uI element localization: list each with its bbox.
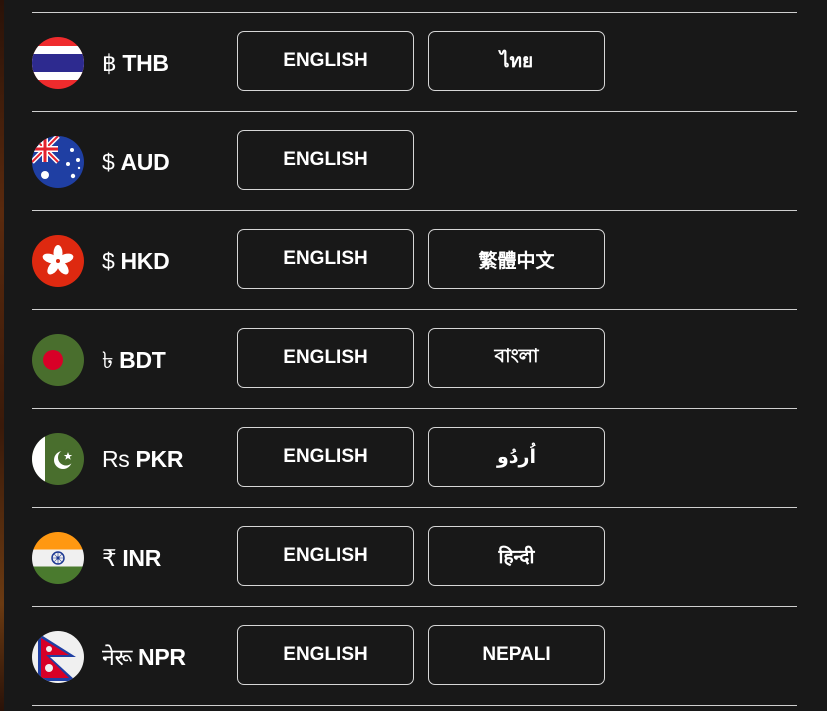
- bangladesh-flag-icon: [32, 334, 84, 386]
- currency-code: HKD: [120, 248, 170, 274]
- language-button-english[interactable]: ENGLISH: [237, 229, 414, 289]
- india-flag-icon: [32, 532, 84, 584]
- currency-row-npr: नेरू NPR ENGLISH NEPALI: [32, 607, 797, 706]
- currency-symbol: $: [102, 248, 115, 274]
- currency-label-aud: $ AUD: [102, 149, 170, 175]
- currency-symbol: Rs: [102, 446, 130, 472]
- hong-kong-flag-icon: [32, 235, 84, 287]
- currency-code: NPR: [138, 644, 186, 670]
- currency-row-inr: ₹ INR ENGLISH हिन्दी: [32, 508, 797, 607]
- currency-symbol: $: [102, 149, 115, 175]
- language-button-traditional-chinese[interactable]: 繁體中文: [428, 229, 605, 289]
- thailand-flag-icon: [32, 37, 84, 89]
- currency-code: AUD: [120, 149, 170, 175]
- language-button-english[interactable]: ENGLISH: [237, 526, 414, 586]
- currency-label-inr: ₹ INR: [102, 545, 161, 571]
- currency-row-bdt: ৳ BDT ENGLISH বাংলা: [32, 310, 797, 409]
- currency-label-bdt: ৳ BDT: [102, 347, 166, 373]
- language-button-nepali[interactable]: NEPALI: [428, 625, 605, 685]
- language-button-urdu[interactable]: اُردُو: [428, 427, 605, 487]
- currency-symbol: ฿: [102, 50, 117, 76]
- language-button-bangla[interactable]: বাংলা: [428, 328, 605, 388]
- nepal-flag-icon: [32, 631, 84, 683]
- currency-label-thb: ฿ THB: [102, 50, 169, 76]
- currency-label-pkr: Rs PKR: [102, 446, 183, 472]
- currency-row-pkr: Rs PKR ENGLISH اُردُو: [32, 409, 797, 508]
- currency-row-aud: $ AUD ENGLISH: [32, 112, 797, 211]
- language-button-english[interactable]: ENGLISH: [237, 31, 414, 91]
- currency-label-npr: नेरू NPR: [102, 644, 186, 670]
- currency-row-hkd: $ HKD ENGLISH 繁體中文: [32, 211, 797, 310]
- australia-flag-icon: [32, 136, 84, 188]
- language-button-english[interactable]: ENGLISH: [237, 328, 414, 388]
- currency-code: PKR: [135, 446, 184, 472]
- currency-label-hkd: $ HKD: [102, 248, 170, 274]
- currency-symbol: नेरू: [102, 644, 133, 670]
- currency-code: INR: [122, 545, 162, 571]
- language-button-english[interactable]: ENGLISH: [237, 130, 414, 190]
- currency-code: BDT: [119, 347, 166, 373]
- language-button-english[interactable]: ENGLISH: [237, 427, 414, 487]
- currency-symbol: ৳: [102, 347, 114, 373]
- currency-row-thb: ฿ THB ENGLISH ไทย: [32, 13, 797, 112]
- currency-language-list: ฿ THB ENGLISH ไทย $ AUD ENGLISH $ HKD EN…: [32, 12, 797, 706]
- language-button-thai[interactable]: ไทย: [428, 31, 605, 91]
- pakistan-flag-icon: [32, 433, 84, 485]
- currency-code: THB: [122, 50, 169, 76]
- language-button-english[interactable]: ENGLISH: [237, 625, 414, 685]
- currency-symbol: ₹: [102, 545, 117, 571]
- background-edge-strip: [0, 0, 4, 711]
- language-button-hindi[interactable]: हिन्दी: [428, 526, 605, 586]
